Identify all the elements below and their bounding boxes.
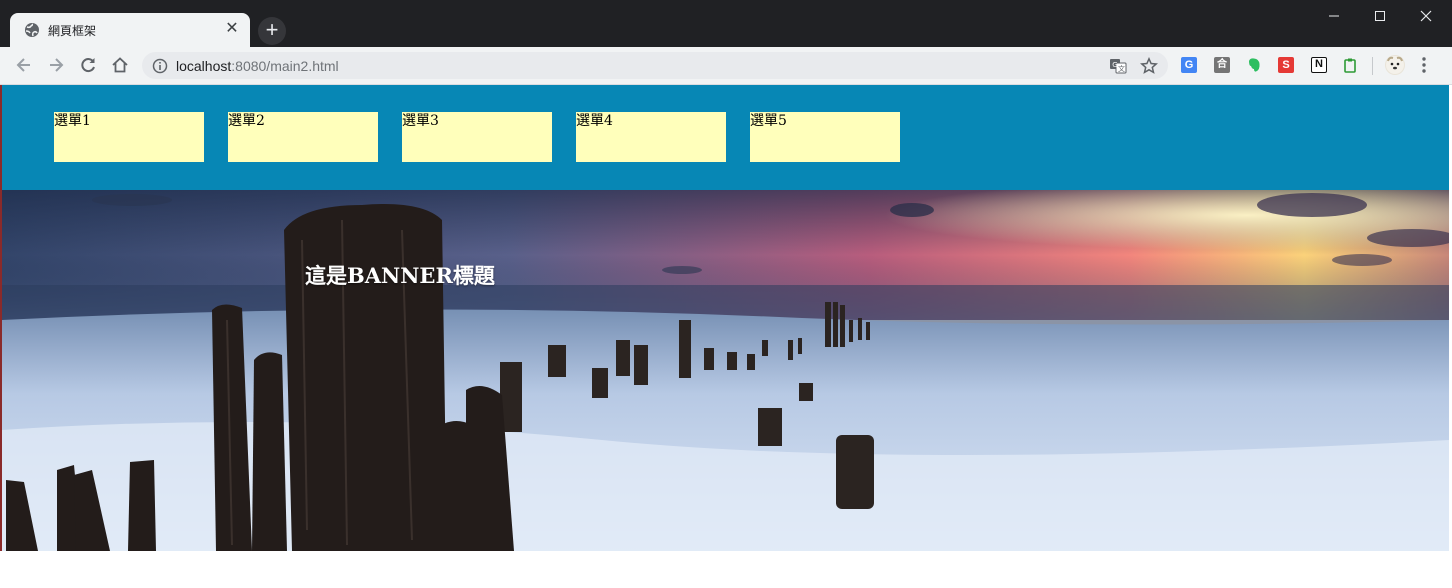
profile-avatar[interactable] (1385, 55, 1405, 75)
svg-text:G: G (1112, 61, 1117, 69)
new-tab-button[interactable]: + (258, 17, 286, 45)
address-bar[interactable]: localhost:8080/main2.html G文 (142, 52, 1168, 79)
banner-title: 這是BANNER標題 (305, 263, 495, 288)
notion-extension-icon[interactable]: N (1311, 57, 1327, 73)
browser-toolbar: localhost:8080/main2.html G文 G 合 S N (0, 47, 1452, 85)
home-icon[interactable] (110, 55, 130, 75)
back-icon[interactable] (14, 55, 34, 75)
box-extension-icon[interactable]: 合 (1214, 57, 1230, 73)
minimize-icon (1329, 15, 1339, 17)
close-icon (1420, 10, 1432, 22)
menu-item-4[interactable]: 選單4 (576, 112, 726, 162)
menu-item-1[interactable]: 選單1 (54, 112, 204, 162)
banner-image (2, 190, 1449, 551)
url-path: :8080/main2.html (231, 58, 339, 74)
browser-titlebar: 網頁框架 ✕ + (0, 0, 1452, 47)
info-icon[interactable] (152, 58, 168, 74)
star-icon[interactable] (1139, 56, 1159, 75)
url-host: localhost (176, 58, 232, 74)
url-text[interactable]: localhost:8080/main2.html (176, 58, 339, 74)
maximize-icon (1375, 11, 1385, 21)
maximize-button[interactable] (1357, 0, 1403, 30)
forward-icon[interactable] (46, 55, 66, 75)
s-extension-icon[interactable]: S (1278, 57, 1294, 73)
page-header: 選單1 選單2 選單3 選單4 選單5 (2, 85, 1449, 190)
globe-icon (24, 22, 40, 38)
banner: 這是BANNER標題 (2, 190, 1449, 551)
toolbar-divider (1372, 57, 1373, 75)
google-translate-extension-icon[interactable]: G (1181, 57, 1197, 73)
menu-kebab-icon[interactable] (1418, 55, 1430, 75)
svg-text:文: 文 (1118, 64, 1125, 73)
menu-item-5[interactable]: 選單5 (750, 112, 900, 162)
tab-title: 網頁框架 (48, 24, 97, 38)
evernote-extension-icon[interactable] (1246, 57, 1262, 73)
menu-item-3[interactable]: 選單3 (402, 112, 552, 162)
menu-item-2[interactable]: 選單2 (228, 112, 378, 162)
translate-icon[interactable]: G文 (1109, 57, 1127, 75)
browser-tab[interactable]: 網頁框架 ✕ (10, 13, 250, 47)
minimize-button[interactable] (1311, 0, 1357, 30)
reload-icon[interactable] (78, 55, 98, 75)
clipboard-extension-icon[interactable] (1342, 57, 1358, 73)
close-window-button[interactable] (1403, 0, 1449, 30)
tab-close-icon[interactable]: ✕ (224, 21, 240, 37)
